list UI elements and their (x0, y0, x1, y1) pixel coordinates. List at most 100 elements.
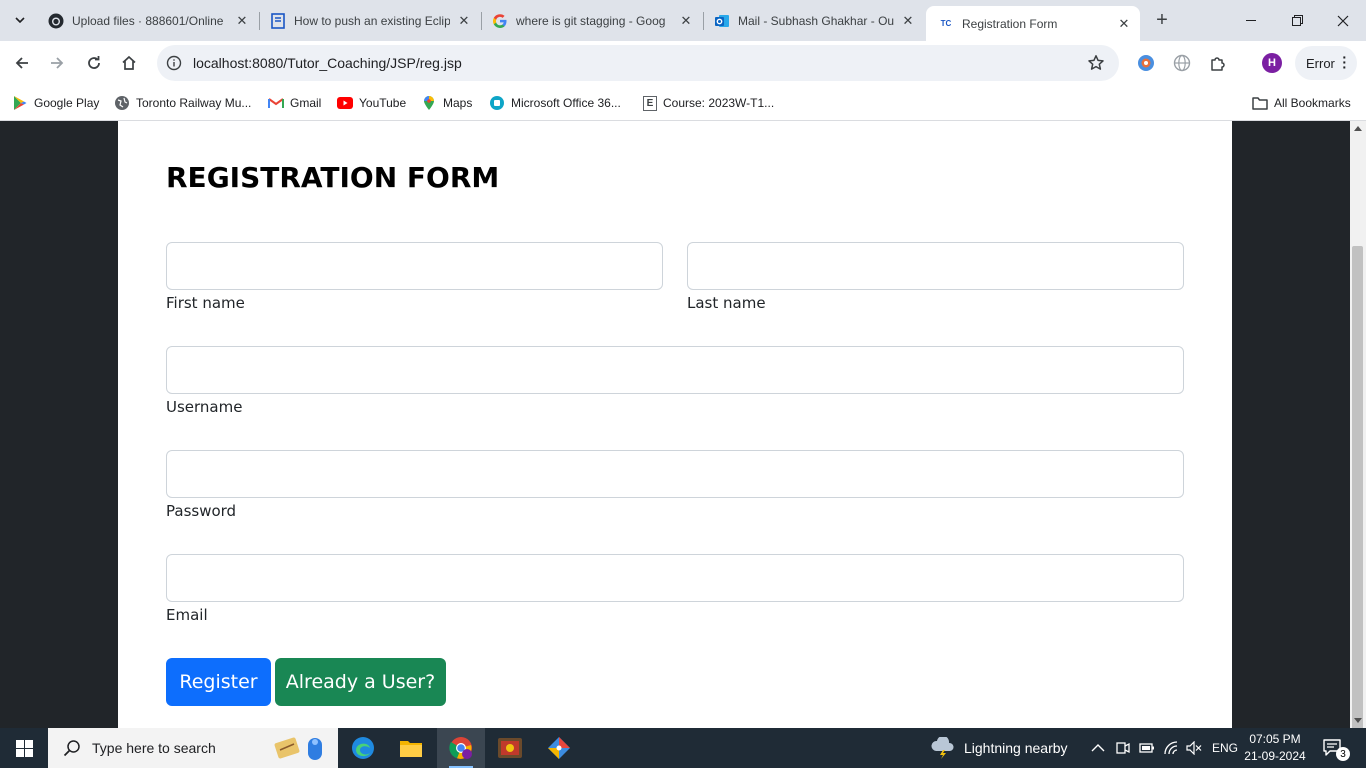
bookmark-microsoft-office[interactable]: Microsoft Office 36... (489, 92, 621, 114)
notification-center[interactable]: 3 (1322, 738, 1350, 761)
tab-title: Upload files · 888601/Online (72, 13, 224, 28)
tab-github-upload[interactable]: Upload files · 888601/Online ✕ (36, 6, 258, 35)
battery-icon[interactable] (1139, 728, 1155, 768)
last-name-input[interactable] (687, 242, 1184, 290)
bookmark-google-play[interactable]: Google Play (12, 92, 99, 114)
close-icon[interactable]: ✕ (900, 13, 916, 29)
password-label: Password (166, 502, 237, 520)
bookmark-youtube[interactable]: YouTube (337, 92, 406, 114)
plus-icon: + (1156, 8, 1168, 31)
tab-title: Mail - Subhash Ghakhar - Ou (738, 13, 894, 28)
restore-button[interactable] (1274, 0, 1320, 41)
reload-button[interactable] (80, 49, 108, 77)
password-input[interactable] (166, 450, 1184, 498)
last-name-label: Last name (687, 294, 766, 312)
volume-muted-icon[interactable] (1186, 728, 1202, 768)
chrome-icon (449, 737, 472, 759)
search-highlight-icon (268, 734, 328, 764)
email-input[interactable] (166, 554, 1184, 602)
bookmark-label: Toronto Railway Mu... (136, 96, 252, 110)
storm-cloud-icon (931, 737, 954, 759)
arrow-left-icon (15, 57, 28, 69)
already-user-button[interactable]: Already a User? (275, 658, 446, 706)
username-label: Username (166, 398, 243, 416)
all-bookmarks-button[interactable]: All Bookmarks (1252, 92, 1351, 114)
folder-icon (1252, 95, 1268, 111)
username-input[interactable] (166, 346, 1184, 394)
home-icon (122, 55, 136, 70)
tab-eclipse-push[interactable]: How to push an existing Eclip ✕ (258, 6, 480, 35)
tab-outlook-mail[interactable]: Mail - Subhash Ghakhar - Ou ✕ (702, 6, 924, 35)
notification-count-badge: 3 (1336, 747, 1350, 761)
tab-search-button[interactable] (8, 8, 32, 32)
edge-icon (352, 737, 374, 759)
tab-registration-form[interactable]: TC Registration Form ✕ (926, 6, 1140, 41)
arrow-right-icon (51, 57, 64, 69)
tab-google-search[interactable]: where is git stagging - Goog ✕ (480, 6, 702, 35)
search-placeholder: Type here to search (92, 740, 216, 756)
vertical-scrollbar[interactable] (1350, 121, 1366, 768)
register-button[interactable]: Register (166, 658, 271, 706)
page-viewport: REGISTRATION FORM First name Last name U… (0, 121, 1350, 728)
bookmark-gmail[interactable]: Gmail (268, 92, 321, 114)
close-icon[interactable]: ✕ (678, 13, 694, 29)
browser-tab-strip: Upload files · 888601/Online ✕ How to pu… (0, 0, 1366, 41)
bookmark-course[interactable]: E Course: 2023W-T1... (643, 92, 774, 114)
home-button[interactable] (115, 49, 143, 77)
address-bar[interactable]: localhost:8080/Tutor_Coaching/JSP/reg.js… (157, 45, 1119, 81)
first-name-label: First name (166, 294, 245, 312)
forward-button[interactable] (43, 49, 71, 77)
site-info-icon[interactable] (166, 55, 182, 71)
taskbar-file-explorer[interactable] (387, 728, 435, 768)
extension-icon[interactable] (1136, 53, 1156, 73)
browser-toolbar: localhost:8080/Tutor_Coaching/JSP/reg.js… (0, 41, 1366, 86)
taskbar-chrome[interactable] (437, 728, 485, 768)
close-icon[interactable]: ✕ (456, 13, 472, 29)
bookmark-label: Google Play (34, 96, 100, 110)
start-button[interactable] (0, 728, 48, 768)
bookmark-label: YouTube (359, 96, 407, 110)
wifi-icon[interactable] (1164, 728, 1180, 768)
taskbar-search[interactable]: Type here to search (48, 728, 338, 768)
minimize-button[interactable] (1228, 0, 1274, 41)
taskbar-app-game[interactable] (486, 728, 534, 768)
meet-now-icon[interactable] (1116, 728, 1130, 768)
scrollbar-thumb[interactable] (1352, 246, 1363, 768)
taskbar-edge[interactable] (339, 728, 387, 768)
first-name-input[interactable] (166, 242, 663, 290)
scroll-up-arrow-icon[interactable] (1354, 126, 1362, 131)
back-button[interactable] (8, 49, 36, 77)
page-title: REGISTRATION FORM (166, 161, 500, 194)
language-indicator[interactable]: ENG (1212, 728, 1238, 768)
close-icon[interactable]: ✕ (1116, 16, 1132, 32)
close-icon[interactable]: ✕ (234, 13, 250, 29)
show-hidden-icons[interactable] (1091, 728, 1105, 768)
scroll-down-arrow-icon[interactable] (1354, 718, 1362, 723)
game-app-icon (498, 738, 522, 758)
weather-widget[interactable]: Lightning nearby (930, 728, 1068, 768)
extensions-puzzle-icon[interactable] (1208, 53, 1228, 73)
bookmarks-bar: Google Play Toronto Railway Mu... Gmail … (0, 86, 1366, 121)
site-icon: TC (940, 19, 952, 28)
taskbar-git-app[interactable] (535, 728, 583, 768)
bookmark-star-icon[interactable] (1087, 54, 1105, 72)
globe-extension-icon[interactable] (1172, 53, 1192, 73)
git-icon (548, 737, 570, 759)
error-menu-button[interactable]: Error · · · (1295, 46, 1357, 80)
outlook-icon (714, 13, 730, 29)
youtube-icon (337, 95, 353, 111)
clock-time: 07:05 PM (1249, 732, 1301, 746)
globe-icon (114, 95, 130, 111)
document-icon (270, 12, 286, 29)
new-tab-button[interactable]: + (1150, 8, 1174, 32)
taskbar-clock[interactable]: 07:05 PM 21-09-2024 (1244, 731, 1306, 765)
close-window-button[interactable] (1320, 0, 1366, 41)
google-icon (492, 13, 508, 29)
url-text[interactable]: localhost:8080/Tutor_Coaching/JSP/reg.js… (193, 55, 462, 71)
gmail-icon (268, 95, 284, 111)
search-icon (62, 738, 82, 758)
windows-logo-icon (15, 739, 33, 757)
bookmark-toronto-railway[interactable]: Toronto Railway Mu... (114, 92, 251, 114)
bookmark-maps[interactable]: Maps (421, 92, 472, 114)
profile-avatar[interactable]: H (1262, 53, 1282, 73)
